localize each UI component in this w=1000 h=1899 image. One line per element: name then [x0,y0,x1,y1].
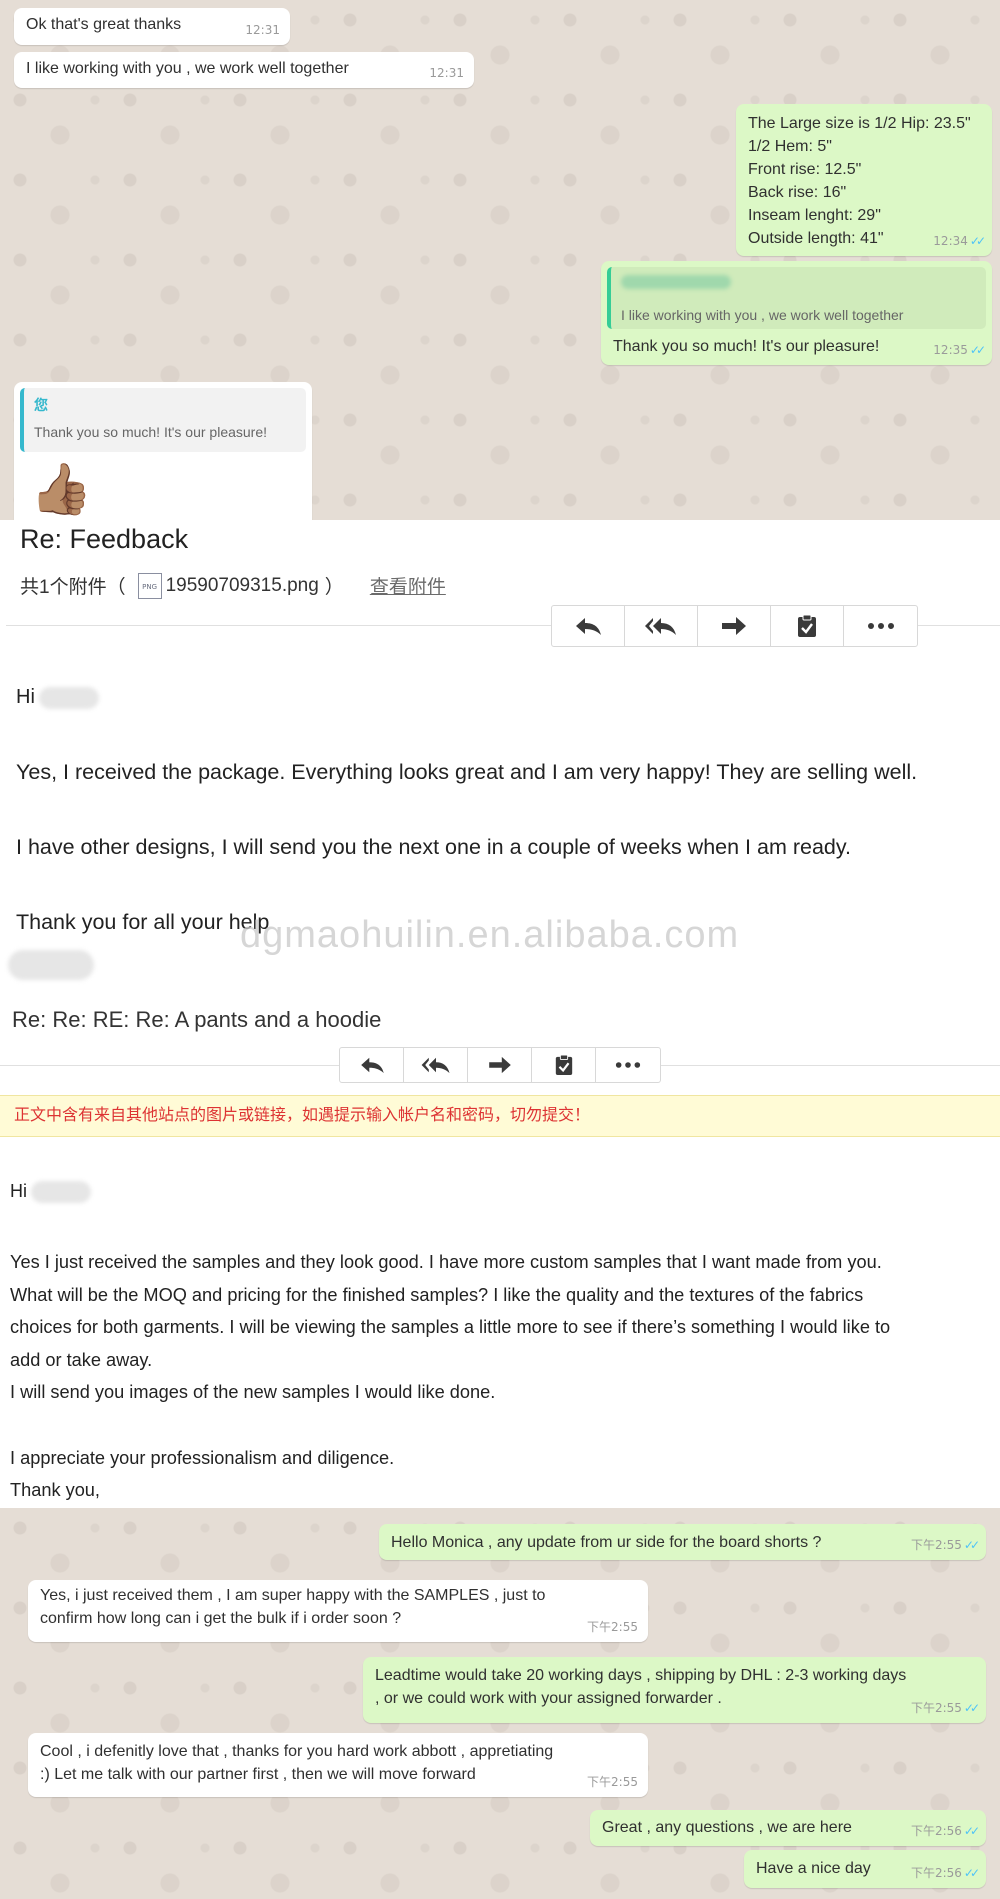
attachment-close-paren: ） [324,577,344,598]
quoted-text: Thank you so much! It's our pleasure! [34,424,268,440]
message-outgoing-reply[interactable]: I like working with you , we work well t… [601,261,992,365]
read-ticks-icon: ✓✓ [969,234,986,248]
email-paragraph: Thank you for all your help [16,910,270,934]
attachment-count: 共1个附件（ [20,577,126,598]
message-text: Cool , i defenitly love that , thanks fo… [40,1743,554,1783]
task-button[interactable] [532,1048,596,1082]
message-outgoing[interactable]: Great , any questions , we are here 下午2:… [590,1810,986,1846]
quoted-message[interactable]: 您 Thank you so much! It's our pleasure! [20,388,306,452]
message-outgoing[interactable]: Hello Monica , any update from ur side f… [379,1524,986,1560]
read-ticks-icon: ✓✓ [969,343,986,357]
attachment-row: 共1个附件（ PNG 19590709315.png ） 查看附件 [20,572,446,599]
message-incoming[interactable]: Yes, i just received them , I am super h… [28,1580,648,1642]
forward-button[interactable] [698,606,771,646]
email-paragraph: I have other designs, I will send you th… [16,835,852,859]
greeting-text: Hi [16,686,35,708]
message-time: 下午2:56 [910,1824,962,1838]
message-incoming-reply[interactable]: 您 Thank you so much! It's our pleasure! … [14,382,312,520]
read-ticks-icon: ✓✓ [963,1866,980,1880]
email-toolbar [551,605,918,647]
message-text: Have a nice day [756,1860,871,1877]
greeting-text: Hi [10,1181,27,1201]
message-time: 下午2:55 [910,1701,962,1715]
clipboard-icon [798,614,816,637]
more-button[interactable] [596,1048,660,1082]
reply-all-icon [645,618,676,635]
reply-all-button[interactable] [625,606,698,646]
message-text: Great , any questions , we are here [602,1819,852,1836]
message-time: 12:35 [933,343,968,357]
message-incoming[interactable]: Cool , i defenitly love that , thanks fo… [28,1733,648,1797]
email-pants-hoodie: Re: Re: RE: Re: A pants and a hoodie 正文中… [0,1003,1000,1508]
reply-all-button[interactable] [404,1048,468,1082]
quoted-message[interactable]: I like working with you , we work well t… [607,267,986,329]
reply-button[interactable] [340,1048,404,1082]
forward-icon [488,1056,511,1074]
more-button[interactable] [844,606,917,646]
message-text: Thank you so much! It's our pleasure! [613,338,880,355]
email-subject: Re: Feedback [20,524,189,554]
message-time: 12:31 [429,66,464,80]
thumbs-up-emoji: 👍🏽 [30,461,93,517]
email-greeting: Hi [16,686,99,709]
email-feedback: Re: Feedback 共1个附件（ PNG 19590709315.png … [0,520,1000,1050]
attachment-filename[interactable]: 19590709315.png [166,575,319,597]
message-time: 12:34 [933,234,968,248]
quoted-author-blurred [621,273,976,296]
external-content-warning: 正文中含有来自其他站点的图片或链接，如遇提示输入帐户名和密码，切勿提交！ [0,1095,1000,1137]
message-text: I like working with you , we work well t… [26,60,349,77]
read-ticks-icon: ✓✓ [963,1701,980,1715]
message-time: 下午2:55 [910,1538,962,1552]
message-text: Yes, i just received them , I am super h… [40,1587,546,1627]
message-outgoing[interactable]: The Large size is 1/2 Hip: 23.5" 1/2 Hem… [736,104,992,256]
watermark: dgmaohuilin.en.alibaba.com [240,914,740,956]
more-icon [615,1062,641,1068]
view-attachment-link[interactable]: 查看附件 [370,572,446,599]
forward-button[interactable] [468,1048,532,1082]
forward-icon [722,617,746,635]
email-greeting: Hi [10,1181,91,1204]
recipient-name-blurred [38,686,99,709]
task-button[interactable] [771,606,844,646]
message-incoming[interactable]: I like working with you , we work well t… [14,52,474,88]
read-ticks-icon: ✓✓ [963,1824,980,1838]
email-subject: Re: Re: RE: Re: A pants and a hoodie [12,1007,382,1032]
chat-panel-bottom: Hello Monica , any update from ur side f… [0,1508,1000,1899]
message-time: 下午2:55 [587,1620,638,1634]
email-toolbar [339,1047,661,1083]
message-outgoing[interactable]: Have a nice day 下午2:56 ✓✓ [744,1850,986,1888]
reply-button[interactable] [552,606,625,646]
clipboard-icon [555,1054,572,1075]
message-text: Hello Monica , any update from ur side f… [391,1534,822,1551]
message-time: 下午2:56 [910,1866,962,1880]
message-outgoing[interactable]: Leadtime would take 20 working days , sh… [363,1657,986,1723]
email-paragraph: Yes, I received the package. Everything … [16,760,918,784]
reply-all-icon [421,1057,449,1074]
message-incoming[interactable]: Ok that's great thanks 12:31 [14,8,290,45]
message-time: 下午2:55 [587,1775,638,1789]
reply-icon [360,1057,384,1074]
message-text: Ok that's great thanks [26,16,182,33]
message-time: 12:31 [245,23,280,37]
message-text: The Large size is 1/2 Hip: 23.5" 1/2 Hem… [748,115,971,247]
message-text: Leadtime would take 20 working days , sh… [375,1667,907,1707]
sender-name-blurred [8,950,94,980]
more-icon [867,623,894,629]
recipient-name-blurred [31,1181,91,1204]
read-ticks-icon: ✓✓ [963,1538,980,1552]
quoted-text: I like working with you , we work well t… [621,307,904,323]
chat-panel-top: Ok that's great thanks 12:31 I like work… [0,0,1000,520]
reply-icon [576,618,601,635]
email-body: Yes I just received the samples and they… [10,1252,891,1501]
png-file-icon: PNG [137,572,162,599]
quoted-author: 您 [34,397,48,413]
